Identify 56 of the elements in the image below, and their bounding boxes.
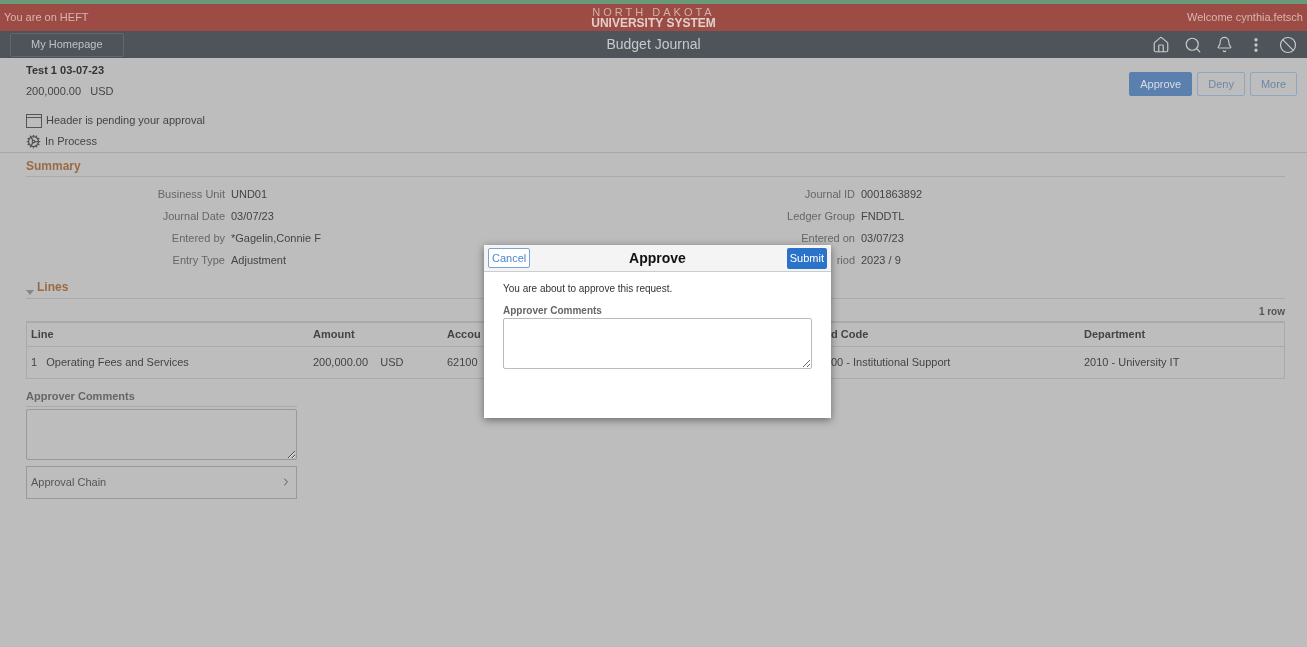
row-count: 1 row (1258, 305, 1285, 319)
comments-field[interactable] (503, 318, 812, 369)
homepage-button[interactable]: My Homepage (10, 32, 124, 57)
table-cell: 200,000.00 USD (313, 356, 404, 369)
field-value: UND01 (231, 186, 268, 202)
cancel-button[interactable]: Cancel (488, 248, 531, 268)
table-cell: 1 Operating Fees and Services (31, 356, 189, 369)
field-label: Journal Date (162, 208, 225, 224)
submit-button[interactable]: Submit (786, 247, 827, 269)
section-heading: Lines (37, 279, 69, 296)
field-value: 2023 / 9 (861, 252, 901, 268)
table-cell: 62100 (447, 356, 478, 369)
welcome-text: Welcome cynthia.fetsch (1186, 10, 1303, 26)
field-value: Adjustment (231, 252, 287, 268)
action-button[interactable]: Approve (1129, 72, 1193, 96)
field-label: Entered on (801, 230, 855, 246)
column-header: Line (31, 328, 54, 341)
column-header: Amount (313, 328, 355, 341)
field-value: 03/07/23 (861, 230, 904, 246)
field-label: Business Unit (157, 186, 225, 202)
column-header: d Code (831, 328, 869, 341)
bell-icon[interactable] (1216, 36, 1233, 53)
field-label: Entry Type (172, 252, 225, 268)
comments-label: Approver Comments (26, 388, 297, 407)
field-value: 0001863892 (861, 186, 923, 202)
approval-chain-button[interactable]: Approval Chain (26, 465, 297, 499)
journal-name: Test 1 03-07-23 (26, 63, 106, 78)
window-icon (26, 113, 42, 128)
home-icon[interactable] (1152, 35, 1170, 54)
column-header: Accou (447, 328, 481, 341)
logo: NORTH DAKOTA UNIVERSITY SYSTEM (591, 6, 716, 29)
prohibited-icon[interactable] (1279, 35, 1297, 54)
gear-icon (26, 134, 41, 149)
search-icon[interactable] (1184, 35, 1202, 54)
field-label: riod (836, 252, 855, 268)
field-label: Ledger Group (787, 208, 855, 224)
journal-amount: 200,000.00 USD (26, 84, 115, 99)
field-value: *Gagelin,Connie F (231, 230, 321, 246)
dialog-title: Approve (629, 248, 686, 268)
status-text: In Process (45, 134, 97, 150)
table-cell: 00 - Institutional Support (831, 356, 951, 369)
environment-text: You are on HEFT (4, 10, 90, 26)
field-label: Entered by (171, 230, 225, 246)
action-button[interactable]: More (1249, 72, 1297, 96)
column-header: Department (1084, 328, 1146, 341)
field-value: FNDDTL (861, 208, 905, 224)
field-label: Journal ID (804, 186, 855, 202)
comments-field[interactable] (26, 408, 297, 460)
section-heading: Summary (26, 158, 81, 175)
field-value: 03/07/23 (231, 208, 274, 224)
comments-label: Approver Comments (503, 304, 603, 318)
table-cell: 2010 - University IT (1084, 356, 1180, 369)
status-text: Header is pending your approval (46, 113, 205, 129)
action-button[interactable]: Deny (1197, 72, 1245, 96)
page-title: Budget Journal (606, 35, 701, 54)
dialog-message: You are about to approve this request. (503, 282, 674, 296)
